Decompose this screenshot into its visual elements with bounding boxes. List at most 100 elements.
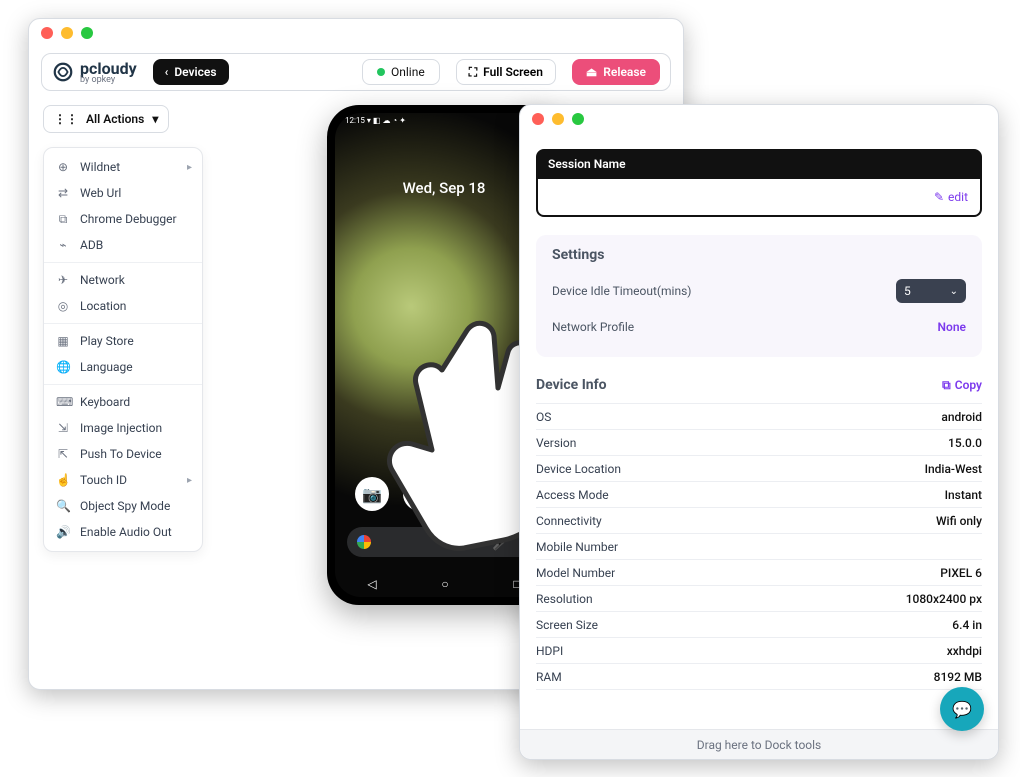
actions-item-web-url[interactable]: ⇄ Web Url (44, 180, 202, 206)
all-actions-button[interactable]: ⋮⋮ All Actions ▾ (43, 105, 169, 133)
nav-back-icon[interactable]: ◁ (367, 577, 376, 591)
info-row-os: OSandroid (536, 404, 982, 430)
release-button[interactable]: ⏏ Release (572, 59, 660, 85)
chevron-down-icon: ⌄ (950, 286, 958, 297)
actions-item-wildnet[interactable]: ⊕Wildnet▸ (44, 154, 202, 180)
action-label: Keyboard (80, 395, 130, 409)
network-profile-value[interactable]: None (938, 320, 966, 334)
actions-item-touch-id[interactable]: ☝Touch ID▸ (44, 467, 202, 493)
info-value: xxhdpi (947, 644, 982, 658)
action-icon: ⌁ (56, 238, 70, 252)
info-key: Resolution (536, 592, 593, 606)
fullscreen-icon: ⛶ (469, 65, 477, 80)
chat-fab-button[interactable]: 💬 (940, 687, 984, 731)
edit-label: edit (948, 190, 968, 204)
chevron-right-icon: ▸ (187, 475, 192, 486)
action-icon: ✈ (56, 273, 70, 287)
minimize-icon[interactable] (552, 113, 564, 125)
brand-logo: pcloudy by opkey (52, 59, 137, 85)
edit-session-button[interactable]: ✎ edit (934, 190, 968, 204)
info-value: 15.0.0 (948, 436, 982, 450)
status-left: 12:15 ▾ ◧ ☁ ◔ ✦ (345, 116, 406, 125)
actions-item-network[interactable]: ✈ Network (44, 267, 202, 293)
actions-item-image-injection[interactable]: ⇲Image Injection (44, 415, 202, 441)
chat-icon: 💬 (952, 700, 972, 719)
camera-app-icon[interactable]: 📷 (355, 477, 389, 511)
info-key: Version (536, 436, 576, 450)
side-panel-window: Session Name ✎ edit Settings Device Idle… (519, 104, 999, 760)
info-row-model-number: Model NumberPIXEL 6 (536, 560, 982, 586)
phone-app-icon[interactable]: 📞 (403, 477, 437, 511)
info-key: Access Mode (536, 488, 609, 502)
action-label: Network (80, 273, 125, 287)
idle-timeout-label: Device Idle Timeout(mins) (552, 284, 691, 298)
info-row-access-mode: Access Mode Instant (536, 482, 982, 508)
phone-searchbar[interactable]: 🎤 ⌕ (347, 527, 541, 557)
mic-icon[interactable]: 🎤 (492, 532, 512, 552)
info-value: Instant (945, 488, 982, 502)
nav-home-icon[interactable]: ○ (441, 577, 448, 591)
close-icon[interactable] (532, 113, 544, 125)
action-icon: ◎ (56, 299, 70, 313)
actions-item-push-to-device[interactable]: ⇱Push To Device (44, 441, 202, 467)
session-name-header: Session Name (536, 149, 982, 179)
info-row-version: Version 15.0.0 (536, 430, 982, 456)
info-value: 6.4 in (952, 618, 982, 632)
online-label: Online (391, 65, 425, 79)
chevron-left-icon: ‹ (165, 65, 169, 79)
info-value: 8192 MB (934, 670, 982, 684)
action-icon: ⌨ (56, 395, 70, 409)
action-label: Touch ID (80, 473, 127, 487)
action-label: Enable Audio Out (80, 525, 172, 539)
chevron-right-icon: ▸ (187, 162, 192, 173)
action-label: Play Store (80, 334, 134, 348)
idle-timeout-select[interactable]: 5 ⌄ (896, 279, 966, 303)
google-icon (357, 535, 371, 549)
chevron-down-icon: ▾ (152, 112, 158, 126)
actions-item-language[interactable]: 🌐 Language (44, 354, 202, 380)
info-key: Mobile Number (536, 540, 618, 554)
info-value: India-West (925, 462, 982, 476)
info-key: Screen Size (536, 618, 598, 632)
actions-item-location[interactable]: ◎Location (44, 293, 202, 319)
action-icon: 🔍 (56, 499, 70, 513)
fullscreen-button[interactable]: ⛶ Full Screen (456, 59, 556, 85)
info-row-resolution: Resolution1080x2400 px (536, 586, 982, 612)
info-key: Model Number (536, 566, 615, 580)
device-info-list: OSandroid Version 15.0.0 Device Location Ind… (536, 403, 982, 690)
phone-statusbar: 12:15 ▾ ◧ ☁ ◔ ✦ ◢ ▮ (345, 116, 543, 125)
actions-item-play-store[interactable]: ▦Play Store (44, 328, 202, 354)
status-dot-icon (377, 68, 385, 76)
action-icon: 🔊 (56, 525, 70, 539)
action-icon: ⇄ (56, 186, 70, 200)
session-name-field[interactable]: ✎ edit (536, 179, 982, 217)
action-icon: ⊕ (56, 160, 70, 174)
action-label: Object Spy Mode (80, 499, 170, 513)
devices-button[interactable]: ‹ Devices (153, 59, 229, 85)
actions-item-object-spy-mode[interactable]: 🔍 Object Spy Mode (44, 493, 202, 519)
maximize-icon[interactable] (81, 27, 93, 39)
action-icon: 🌐 (56, 360, 70, 374)
info-key: HDPI (536, 644, 563, 658)
action-label: Web Url (80, 186, 121, 200)
network-profile-label: Network Profile (552, 320, 634, 334)
info-key: Device Location (536, 462, 621, 476)
dock-dropzone[interactable]: Drag here to Dock tools (520, 729, 998, 759)
action-label: Image Injection (80, 421, 162, 435)
messages-app-icon[interactable]: 💬 (451, 477, 485, 511)
panel-titlebar (520, 105, 998, 133)
info-row-device-location: Device Location India-West (536, 456, 982, 482)
actions-item-adb[interactable]: ⌁ADB (44, 232, 202, 258)
minimize-icon[interactable] (61, 27, 73, 39)
actions-item-chrome-debugger[interactable]: ⧉Chrome Debugger (44, 206, 202, 232)
actions-menu: ⊕Wildnet▸ ⇄ Web Url ⧉Chrome Debugger⌁ADB ✈ Ne… (43, 147, 203, 552)
info-row-mobile-number: Mobile Number (536, 534, 982, 560)
maximize-icon[interactable] (572, 113, 584, 125)
main-titlebar (29, 19, 683, 47)
action-label: Language (80, 360, 133, 374)
actions-item-enable-audio-out[interactable]: 🔊 Enable Audio Out (44, 519, 202, 545)
info-key: Connectivity (536, 514, 602, 528)
actions-item-keyboard[interactable]: ⌨ Keyboard (44, 389, 202, 415)
copy-button[interactable]: ⧉ Copy (942, 378, 982, 393)
close-icon[interactable] (41, 27, 53, 39)
